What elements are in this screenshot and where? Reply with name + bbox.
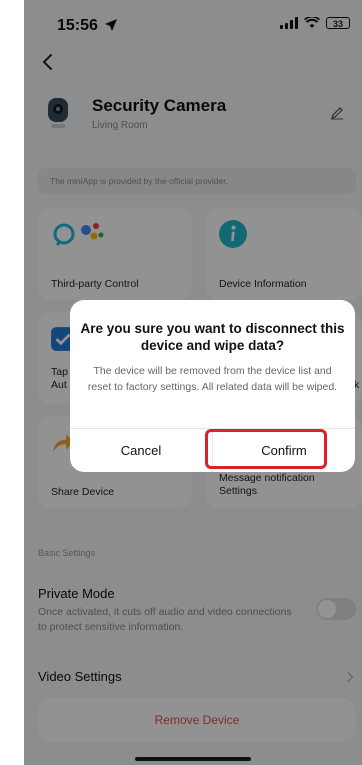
dialog-message: The device will be removed from the devi… xyxy=(87,365,338,393)
confirm-dialog: Are you sure you want to disconnect this… xyxy=(70,300,355,472)
phone-screen: 15:56 33 Security Camera Living Room The… xyxy=(24,0,362,765)
cancel-button[interactable]: Cancel xyxy=(70,429,212,472)
dialog-title: Are you sure you want to disconnect this… xyxy=(80,321,345,353)
home-indicator xyxy=(135,757,251,761)
confirm-highlight-box xyxy=(205,429,327,469)
